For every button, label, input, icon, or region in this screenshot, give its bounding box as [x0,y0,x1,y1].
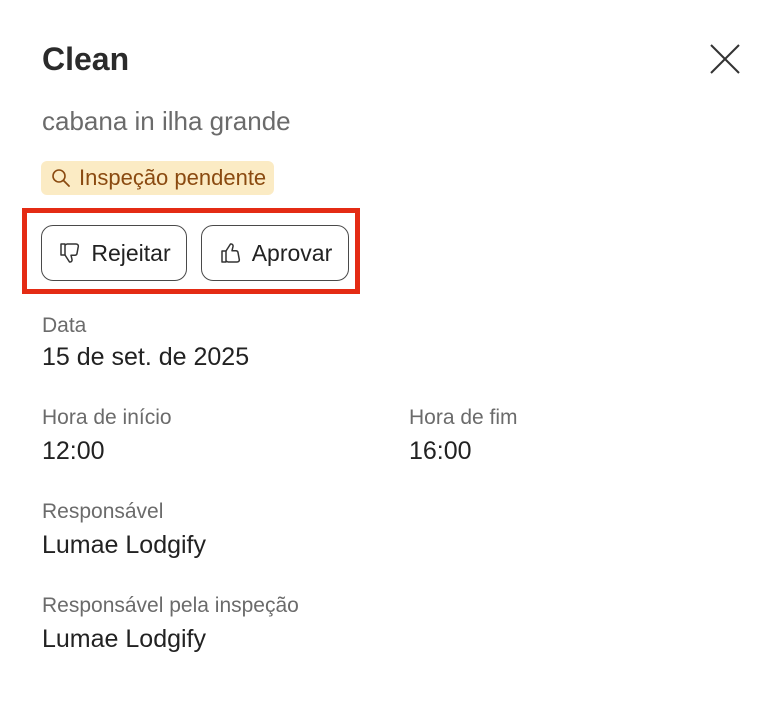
inspector-value: Lumae Lodgify [42,625,207,653]
search-icon [49,166,73,190]
start-time-label: Hora de início [42,406,172,429]
status-badge-label: Inspeção pendente [79,165,267,190]
date-label: Data [42,314,87,337]
date-value: 15 de set. de 2025 [42,343,250,371]
status-badge: Inspeção pendente [41,161,275,195]
approve-button[interactable]: Aprovar [201,225,349,281]
start-time-value: 12:00 [42,437,105,465]
end-time-value: 16:00 [409,437,472,465]
thumbs-down-icon [57,240,83,266]
end-time-label: Hora de fim [409,406,518,429]
task-detail-panel: Clean cabana in ilha grande Inspeção pen… [0,0,776,716]
property-name: cabana in ilha grande [42,106,291,136]
responsible-value: Lumae Lodgify [42,531,207,559]
page-title: Clean [42,41,130,77]
reject-button[interactable]: Rejeitar [41,225,187,281]
thumbs-up-icon [218,240,244,266]
close-icon [710,44,740,74]
close-button[interactable] [706,40,744,78]
inspector-label: Responsável pela inspeção [42,594,299,617]
responsible-label: Responsável [42,500,164,523]
reject-button-label: Rejeitar [91,239,171,266]
approve-button-label: Aprovar [251,239,333,266]
